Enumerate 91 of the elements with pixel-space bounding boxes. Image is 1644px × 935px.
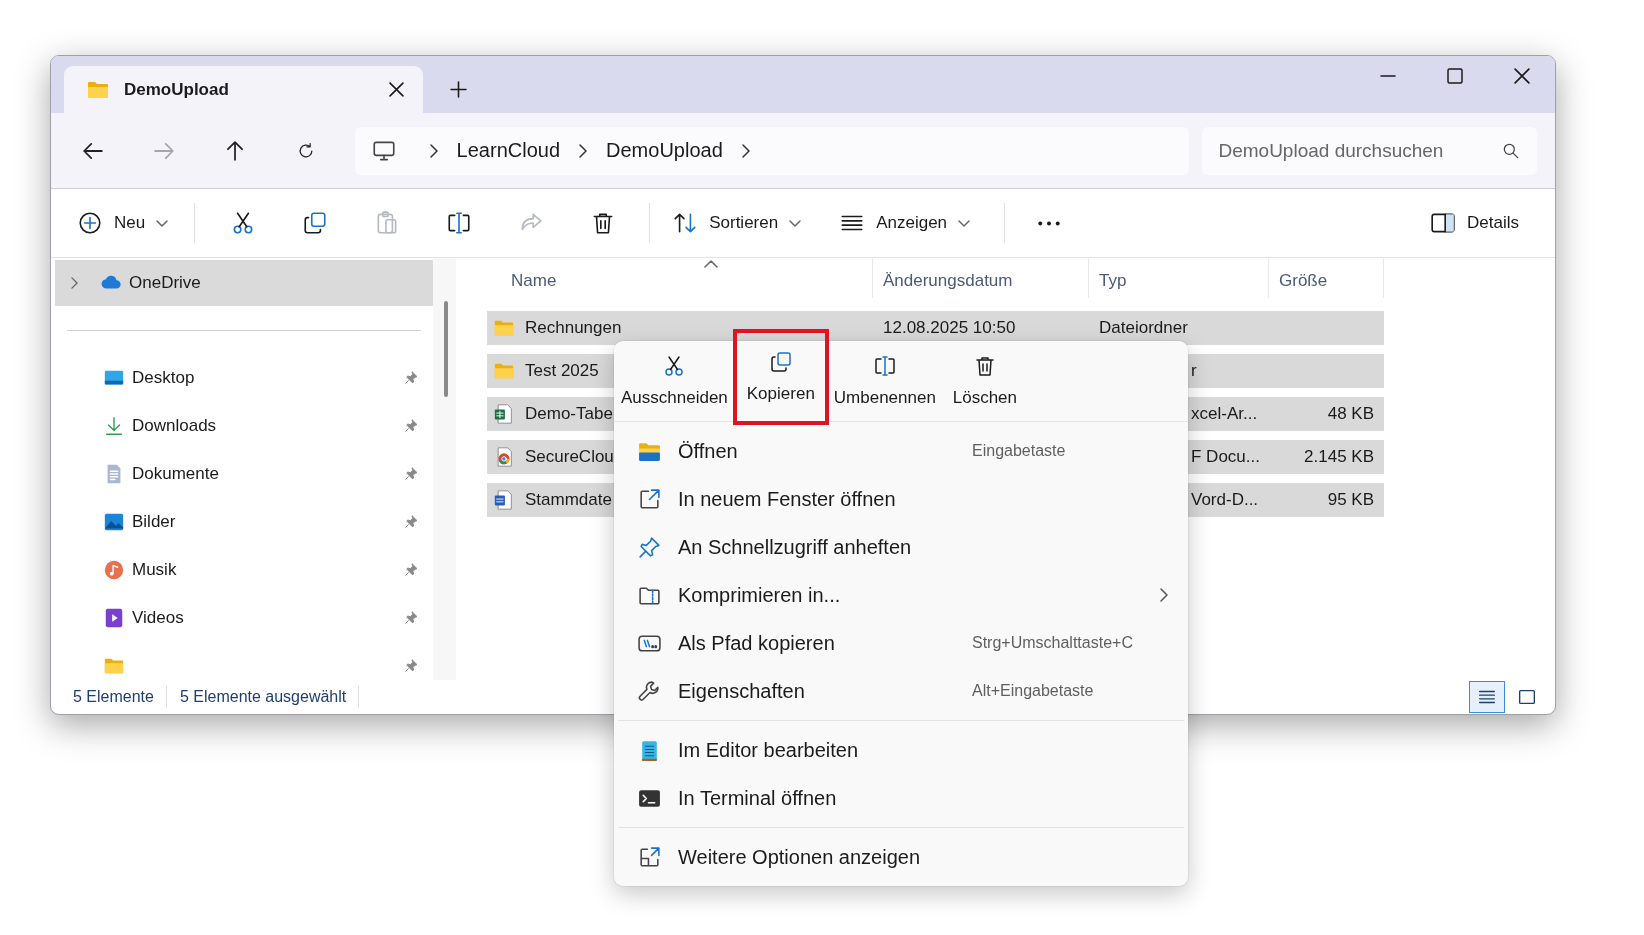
sidebar-item[interactable]: Downloads [51, 402, 433, 450]
search-field[interactable]: DemoUpload durchsuchen [1202, 126, 1537, 175]
file-name: Demo-Tabe [525, 404, 613, 424]
caret-icon [789, 219, 802, 227]
new-button[interactable]: Neu [73, 201, 173, 245]
more-icon [1037, 219, 1062, 227]
chevron-icon [741, 143, 750, 158]
sort-caret-icon [704, 260, 718, 268]
selection-count: 5 Elemente ausgewählt [179, 688, 348, 706]
file-name: SecureClou [525, 447, 614, 467]
pin-icon [403, 370, 419, 386]
chevron-icon [429, 143, 438, 158]
column-header[interactable]: Name [487, 258, 873, 298]
sidebar-item[interactable]: Dokumente [51, 450, 433, 498]
sidebar-item[interactable]: Videos [51, 594, 433, 642]
plus-icon [77, 210, 103, 236]
address-bar[interactable]: LearnCloud DemoUpload [354, 126, 1190, 175]
details-button[interactable]: Details [1426, 201, 1523, 245]
shortcut-hint: Eingabetaste [972, 442, 1066, 460]
shortcut-hint: Strg+Umschalttaste+C [972, 634, 1133, 652]
file-date: 12.08.2025 10:50 [883, 318, 1016, 338]
menu-item[interactable]: Als Pfad kopieren Strg+Umschalttaste+C [614, 619, 1188, 667]
column-header[interactable]: Änderungsdatum [873, 258, 1089, 298]
column-header[interactable]: Größe [1269, 258, 1384, 298]
column-header[interactable]: Typ [1089, 258, 1269, 298]
pin-icon [403, 610, 419, 626]
file-row[interactable]: Rechnungen 12.08.2025 10:50 Dateiordner [487, 311, 1384, 345]
sidebar-item[interactable]: Desktop [51, 354, 433, 402]
menu-item[interactable]: In Terminal öffnen [614, 774, 1188, 822]
view-button[interactable]: Anzeigen [835, 201, 975, 245]
download-arrow-icon [103, 415, 125, 437]
details-view-button[interactable] [1469, 681, 1505, 713]
folder-tab[interactable]: DemoUpload [64, 66, 423, 113]
menu-item[interactable]: An Schnellzugriff anheften [614, 523, 1188, 571]
music-icon [103, 559, 125, 581]
pin-icon [403, 418, 419, 434]
plus-icon [449, 80, 467, 98]
new-window-icon [637, 486, 662, 512]
pin-icon [403, 562, 419, 578]
breadcrumb-item[interactable]: LearnCloud [456, 139, 561, 162]
file-type: xcel-Ar... [1191, 404, 1258, 424]
item-count: 5 Elemente [73, 688, 155, 706]
forward-arrow-icon [154, 140, 174, 161]
file-name: Rechnungen [525, 318, 622, 338]
wrench-icon [637, 678, 662, 704]
maximize-icon [1446, 68, 1463, 84]
menu-item[interactable]: Im Editor bearbeiten [614, 726, 1188, 774]
minimize-icon [1379, 75, 1396, 77]
pin-icon [403, 514, 419, 530]
pin-icon [403, 658, 419, 674]
file-type: r [1191, 361, 1197, 381]
file-name: Stammdate [525, 490, 612, 510]
chevron-icon [579, 143, 588, 158]
tab-title: DemoUpload [124, 79, 230, 100]
chevron-icon [71, 277, 78, 289]
spreadsheet-icon [493, 403, 515, 425]
sidebar-item[interactable]: OneDrive [55, 260, 433, 306]
rename-icon [872, 354, 897, 378]
menu-item[interactable]: In neuem Fenster öffnen [614, 475, 1188, 523]
file-type: Dateiordner [1099, 318, 1188, 338]
sidebar-item[interactable]: Musik [51, 546, 433, 594]
file-type: Vord-D... [1191, 490, 1259, 510]
file-size: 48 KB [1327, 404, 1374, 424]
file-type: F Docu... [1191, 447, 1260, 467]
picture-icon [103, 511, 125, 533]
file-size: 95 KB [1327, 490, 1374, 510]
pin-icon [637, 534, 662, 560]
caret-icon [156, 219, 169, 227]
close-icon [1513, 68, 1530, 84]
file-size: 2.145 KB [1304, 447, 1374, 467]
caret-icon [958, 219, 971, 227]
back-arrow-icon [83, 140, 103, 161]
close-icon [388, 82, 404, 97]
copy-icon [768, 350, 793, 374]
shortcut-hint: Alt+Eingabetaste [972, 682, 1094, 700]
up-arrow-icon [225, 140, 245, 161]
menu-item[interactable]: Öffnen Eingabetaste [614, 427, 1188, 475]
copy-icon [302, 210, 329, 236]
menu-item[interactable]: Komprimieren in... [614, 571, 1188, 619]
pin-icon [403, 466, 419, 482]
sort-button[interactable]: Sortieren [668, 201, 806, 245]
scrollbar[interactable] [433, 258, 456, 680]
rename-icon [446, 210, 473, 236]
menu-item[interactable]: Weitere Optionen anzeigen [614, 833, 1188, 881]
video-icon [103, 607, 125, 629]
sidebar-item[interactable]: Bilder [51, 498, 433, 546]
menu-item[interactable]: Eigenschaften Alt+Eingabetaste [614, 667, 1188, 715]
more-options-icon [637, 844, 662, 870]
word-document-icon [493, 489, 515, 511]
file-name: Test 2025 [525, 361, 599, 381]
breadcrumb-item[interactable]: DemoUpload [606, 139, 723, 162]
